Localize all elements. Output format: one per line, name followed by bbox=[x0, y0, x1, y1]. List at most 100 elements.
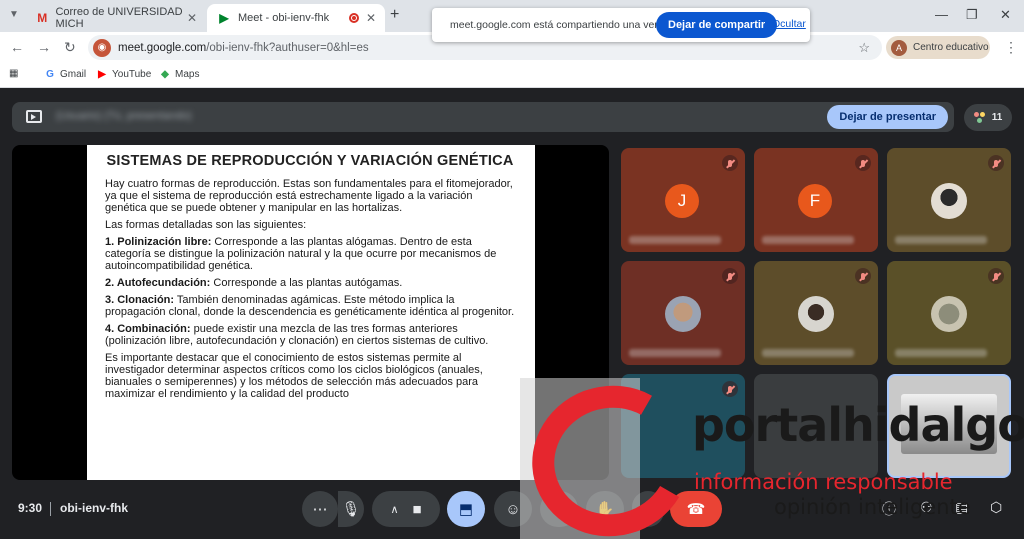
tab-title: Meet - obi-ienv-fhk bbox=[238, 12, 330, 24]
leave-call-button[interactable]: ☎ bbox=[670, 491, 722, 527]
chevron-up-icon[interactable]: ∧ bbox=[390, 503, 398, 516]
participant-name bbox=[895, 349, 987, 357]
presenting-bar: (Usuario) (Tú, presentando) Dejar de pre… bbox=[12, 102, 954, 132]
profile-button[interactable]: A Centro educativo bbox=[886, 36, 990, 59]
item-term: 3. Clonación: bbox=[105, 294, 175, 306]
participant-photo bbox=[665, 296, 701, 332]
presenter-name: (Usuario) (Tú, presentando) bbox=[56, 110, 192, 122]
item-text: Corresponde a las plantas autógamas. bbox=[210, 277, 403, 289]
participant-tile[interactable] bbox=[887, 148, 1011, 252]
captions-icon[interactable]: ▭ bbox=[540, 491, 578, 527]
mic-off-icon bbox=[988, 155, 1004, 171]
meeting-code: obi-ienv-fhk bbox=[60, 501, 128, 515]
participant-avatar: J bbox=[665, 184, 699, 218]
participant-photo bbox=[931, 183, 967, 219]
new-tab-button[interactable]: + bbox=[390, 6, 399, 24]
slide-conclusion: Es importante destacar que el conocimien… bbox=[105, 352, 483, 400]
mic-off-icon bbox=[722, 381, 738, 397]
shared-slide: SISTEMAS DE REPRODUCCIÓN Y VARIACIÓN GEN… bbox=[87, 145, 535, 480]
slide-forms-intro: Las formas detalladas son las siguientes… bbox=[105, 219, 307, 231]
youtube-icon: ▶ bbox=[98, 68, 106, 80]
mic-off-icon bbox=[855, 268, 871, 284]
slide-item: 2. Autofecundación: Corresponde a las pl… bbox=[105, 277, 515, 289]
minimize-icon[interactable]: — bbox=[935, 7, 948, 22]
presentation-stage: SISTEMAS DE REPRODUCCIÓN Y VARIACIÓN GEN… bbox=[12, 145, 609, 480]
participant-tile[interactable] bbox=[754, 374, 878, 478]
participant-tile[interactable] bbox=[754, 261, 878, 365]
stop-sharing-button[interactable]: Dejar de compartir bbox=[656, 12, 778, 38]
camera-icon: ■ bbox=[412, 500, 422, 518]
participant-photo bbox=[931, 296, 967, 332]
tab-search-icon[interactable]: ▼ bbox=[9, 9, 19, 20]
participant-name bbox=[629, 236, 721, 244]
participant-tile[interactable]: J bbox=[621, 148, 745, 252]
slide-item: 3. Clonación: También denominadas agámic… bbox=[105, 294, 515, 318]
meeting-time: 9:30 bbox=[18, 501, 43, 515]
maximize-icon[interactable]: ❐ bbox=[966, 7, 978, 23]
share-message: meet.google.com está compartiendo una ve… bbox=[450, 19, 684, 31]
emoji-icon[interactable]: ☺ bbox=[494, 491, 532, 527]
hide-link[interactable]: Ocultar bbox=[772, 18, 806, 30]
participant-tile[interactable]: F bbox=[754, 148, 878, 252]
microphone-icon[interactable]: 🎙 bbox=[338, 491, 364, 527]
mic-off-icon bbox=[855, 155, 871, 171]
more-actions-icon[interactable]: ⋮ bbox=[632, 491, 664, 527]
stop-presenting-button[interactable]: Dejar de presentar bbox=[827, 105, 948, 129]
mic-off-icon bbox=[722, 155, 738, 171]
raise-hand-icon[interactable]: ✋ bbox=[586, 491, 624, 527]
bookmark-maps[interactable]: ◆ Maps bbox=[159, 68, 199, 80]
tab-gmail[interactable]: M Correo de UNIVERSIDAD MICH ✕ bbox=[26, 4, 206, 32]
bookmark-label: YouTube bbox=[112, 68, 152, 80]
participant-name bbox=[762, 236, 854, 244]
meet-icon: ▶ bbox=[219, 11, 229, 25]
forward-icon[interactable]: → bbox=[37, 39, 51, 55]
site-info-icon[interactable]: ◉ bbox=[93, 38, 111, 57]
tab-meet[interactable]: ▶ Meet - obi-ienv-fhk ✕ bbox=[207, 4, 385, 32]
info-icon[interactable]: ⓘ bbox=[882, 499, 896, 519]
maps-icon: ◆ bbox=[161, 68, 169, 80]
people-icon bbox=[973, 111, 986, 124]
participant-name bbox=[762, 349, 854, 357]
slide-title: SISTEMAS DE REPRODUCCIÓN Y VARIACIÓN GEN… bbox=[106, 153, 514, 169]
close-tab-icon[interactable]: ✕ bbox=[366, 11, 376, 25]
participant-avatar: F bbox=[798, 184, 832, 218]
self-view-tile[interactable] bbox=[887, 374, 1011, 478]
url-host: meet.google.com bbox=[118, 41, 207, 54]
bookmark-youtube[interactable]: ▶ YouTube bbox=[96, 68, 151, 80]
bookmark-star-icon[interactable]: ☆ bbox=[858, 40, 870, 56]
bookmark-gmail[interactable]: G Gmail bbox=[44, 68, 86, 80]
slide-item: 1. Polinización libre: Corresponde a las… bbox=[105, 236, 515, 272]
camera-button[interactable]: ∧ ■ bbox=[372, 491, 440, 527]
activities-icon[interactable]: ⬡ bbox=[990, 499, 1002, 516]
item-term: 4. Combinación: bbox=[105, 323, 191, 335]
url-path: /obi-ienv-fhk?authuser=0&hl=es bbox=[206, 41, 369, 54]
more-options-icon[interactable]: ⋯ bbox=[302, 491, 338, 527]
present-screen-icon bbox=[26, 110, 42, 123]
close-window-icon[interactable]: ✕ bbox=[1000, 7, 1011, 23]
apps-grid-icon[interactable]: ▦ bbox=[9, 68, 18, 79]
bookmarks-bar: ▦ G Gmail ▶ YouTube ◆ Maps bbox=[0, 62, 1024, 88]
mic-off-icon bbox=[988, 268, 1004, 284]
close-tab-icon[interactable]: ✕ bbox=[187, 11, 197, 25]
google-icon: G bbox=[46, 68, 54, 80]
meet-window: (Usuario) (Tú, presentando) Dejar de pre… bbox=[0, 90, 1024, 539]
participant-tile[interactable] bbox=[887, 261, 1011, 365]
bookmark-label: Maps bbox=[175, 68, 200, 80]
recording-icon bbox=[349, 13, 359, 23]
chat-icon[interactable]: ▤ bbox=[955, 499, 968, 516]
tab-title: Correo de UNIVERSIDAD MICH bbox=[55, 6, 183, 30]
slide-intro: Hay cuatro formas de reproducción. Estas… bbox=[105, 178, 513, 214]
divider bbox=[50, 502, 51, 516]
present-screen-button[interactable]: ⬒ bbox=[447, 491, 485, 527]
avatar: A bbox=[891, 39, 907, 56]
people-panel-icon[interactable]: ⚇ bbox=[920, 499, 933, 516]
more-menu-icon[interactable]: ⋮ bbox=[1004, 39, 1018, 56]
reload-icon[interactable]: ↻ bbox=[64, 39, 76, 56]
participant-count: 11 bbox=[991, 112, 1003, 123]
participant-tile[interactable] bbox=[621, 261, 745, 365]
participant-photo bbox=[798, 296, 834, 332]
back-icon[interactable]: ← bbox=[10, 39, 24, 55]
participants-button[interactable]: 11 bbox=[964, 104, 1012, 131]
participant-tile[interactable] bbox=[621, 374, 745, 478]
bookmark-label: Gmail bbox=[60, 68, 87, 80]
